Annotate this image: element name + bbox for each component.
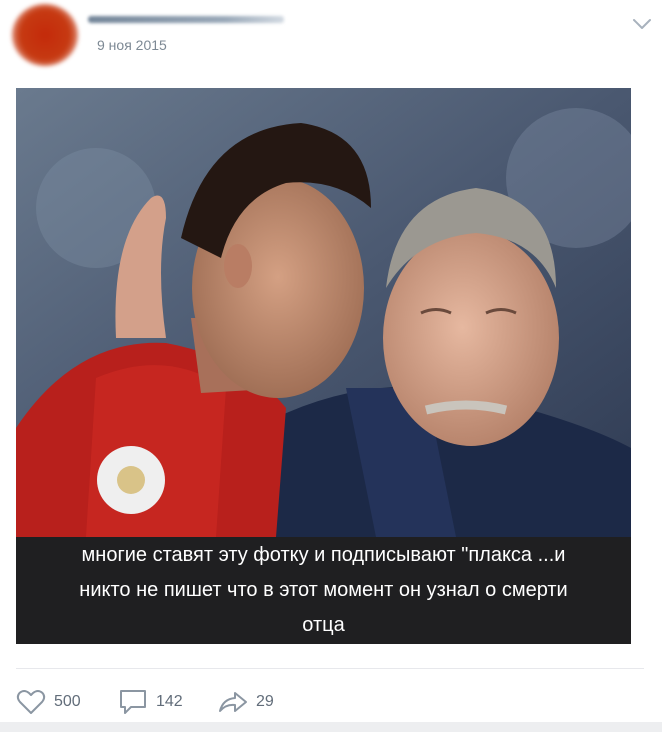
caption-line: никто не пишет что в этот момент он узна… xyxy=(79,579,568,601)
comment-button[interactable]: 142 xyxy=(118,682,183,722)
chevron-down-icon[interactable] xyxy=(632,18,652,30)
comment-icon xyxy=(120,690,146,714)
share-button[interactable]: 29 xyxy=(218,682,274,722)
comment-count: 142 xyxy=(156,693,183,710)
like-count: 500 xyxy=(54,693,81,710)
avatar[interactable] xyxy=(12,4,78,66)
post-actions: 500 142 29 xyxy=(16,682,416,722)
post-image[interactable]: многие ставят эту фотку и подписывают "п… xyxy=(16,88,631,644)
post-date[interactable]: 9 ноя 2015 xyxy=(97,37,167,53)
share-icon xyxy=(219,692,247,712)
caption-line: многие ставят эту фотку и подписывают "п… xyxy=(81,544,566,566)
photo xyxy=(16,88,631,537)
divider xyxy=(16,668,644,669)
heart-icon xyxy=(16,690,46,714)
author-name-blurred[interactable] xyxy=(88,16,284,23)
like-button[interactable]: 500 xyxy=(16,682,81,722)
image-caption: многие ставят эту фотку и подписывают "п… xyxy=(16,537,631,644)
post-separator xyxy=(0,722,662,732)
share-count: 29 xyxy=(256,693,274,710)
caption-line: отца xyxy=(302,614,345,636)
post-header: 9 ноя 2015 xyxy=(0,0,662,80)
